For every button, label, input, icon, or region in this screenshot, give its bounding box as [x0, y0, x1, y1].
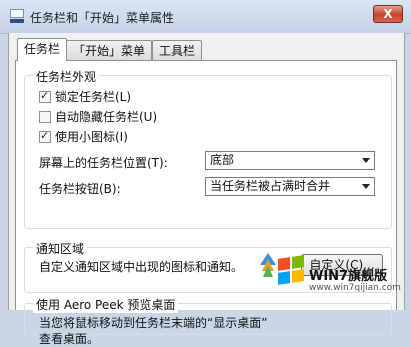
checkbox-box[interactable]: ✓ [39, 89, 51, 103]
taskbar-properties-icon [10, 9, 24, 23]
check-mark-icon: ✓ [40, 129, 50, 142]
chevron-down-icon [362, 158, 370, 163]
checkbox-box[interactable]: ✓ [39, 129, 51, 143]
windows-flag-icon [278, 255, 304, 285]
lock-taskbar-checkbox[interactable]: ✓ 锁定任务栏(L) [39, 88, 131, 104]
aero-peek-description-line1: 当您将鼠标移动到任务栏末端的“显示桌面” [39, 316, 268, 330]
check-mark-icon: ✓ [40, 89, 50, 102]
group-title-aero-peek: 使用 Aero Peek 预览桌面 [33, 296, 179, 313]
taskbar-buttons-label: 任务栏按钮(B): [39, 182, 121, 196]
tab-taskbar[interactable]: 任务栏 [17, 38, 68, 61]
checkbox-box[interactable] [39, 111, 51, 123]
watermark-logo-icon [260, 253, 276, 277]
close-button[interactable]: X [373, 5, 403, 23]
notification-description: 自定义通知区域中出现的图标和通知。 [39, 260, 244, 274]
watermark-text: WIN7旗舰版 [309, 269, 388, 284]
taskbar-buttons-select[interactable]: 当任务栏被占满时合并 [205, 177, 375, 196]
group-title-notification: 通知区域 [33, 240, 88, 257]
small-icons-checkbox[interactable]: ✓ 使用小图标(I) [39, 128, 128, 144]
title-bar: 任务栏和「开始」菜单属性 X [0, 0, 411, 34]
checkbox-label: 使用小图标(I) [55, 130, 128, 144]
window-title: 任务栏和「开始」菜单属性 [30, 11, 175, 25]
taskbar-location-label: 屏幕上的任务栏位置(T): [39, 156, 168, 170]
watermark: WIN7旗舰版 www.win7qijian.com [260, 247, 410, 307]
taskbar-appearance-group: 任务栏外观 ✓ 锁定任务栏(L) 自动隐藏任务栏(U) ✓ 使用小图标(I) 屏幕上… [24, 68, 392, 229]
chevron-down-icon [362, 184, 370, 189]
group-title-appearance: 任务栏外观 [33, 68, 100, 85]
watermark-url: www.win7qijian.com [309, 283, 401, 293]
tab-start-menu[interactable]: 「开始」菜单 [66, 40, 153, 60]
autohide-taskbar-checkbox[interactable]: 自动隐藏任务栏(U) [39, 108, 157, 124]
taskbar-location-select[interactable]: 底部 [205, 151, 375, 170]
select-value: 底部 [210, 153, 235, 167]
checkbox-label: 锁定任务栏(L) [55, 90, 132, 104]
tab-toolbars[interactable]: 工具栏 [152, 40, 203, 60]
aero-peek-description-line2: 查看桌面。 [39, 332, 100, 346]
select-value: 当任务栏被占满时合并 [210, 179, 331, 193]
aero-peek-group: 使用 Aero Peek 预览桌面 当您将鼠标移动到任务栏末端的“显示桌面” 查… [24, 296, 392, 346]
checkbox-label: 自动隐藏任务栏(U) [55, 110, 158, 124]
